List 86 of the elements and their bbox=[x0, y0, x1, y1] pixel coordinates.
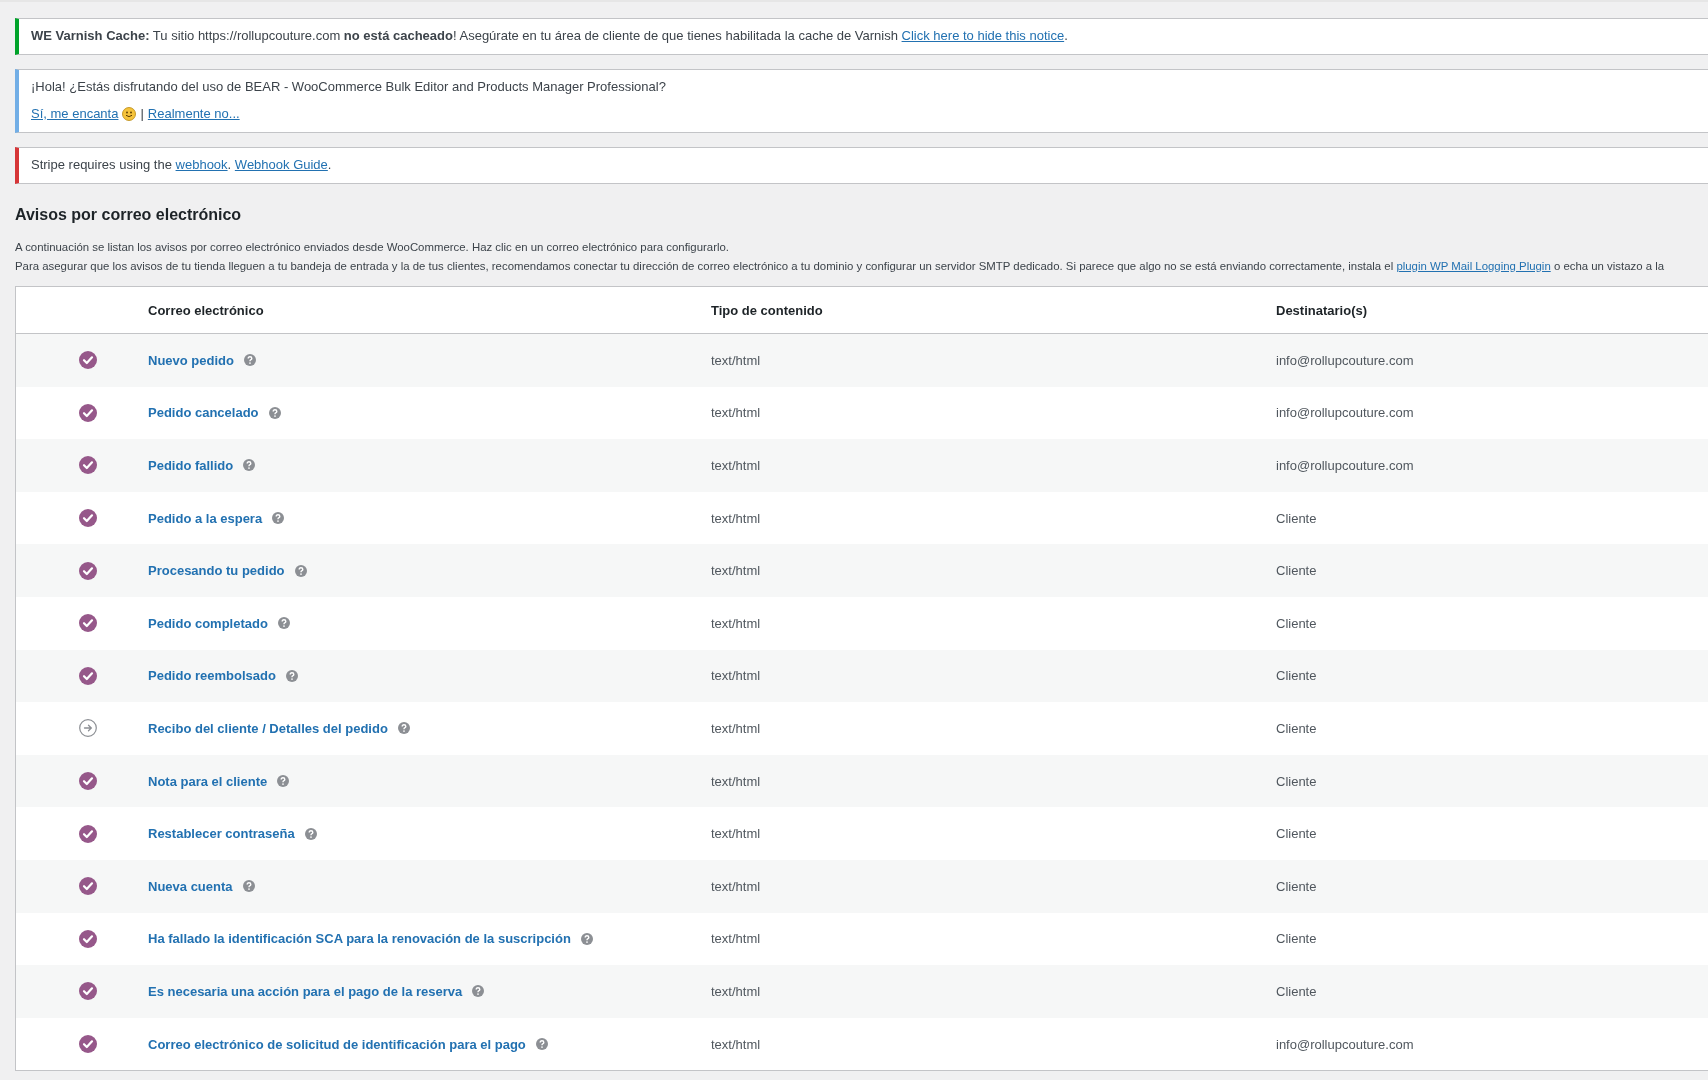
table-cell-text: info@rollupcouture.com bbox=[1276, 405, 1415, 421]
help-icon[interactable] bbox=[294, 564, 307, 577]
check-circle-icon[interactable] bbox=[79, 877, 97, 896]
table-cell-text: text/html bbox=[711, 878, 762, 894]
table-cell-text: text/html bbox=[711, 668, 762, 684]
email-link[interactable]: Es necesaria una acción para el pago de la reserva bbox=[148, 983, 463, 999]
help-icon[interactable] bbox=[535, 1038, 548, 1050]
table-cell-text: Cliente bbox=[1276, 510, 1318, 526]
table-cell-text: text/html bbox=[711, 773, 762, 789]
table-cell-text: Cliente bbox=[1276, 983, 1318, 999]
intro-text: A continuación se listan los avisos por correo electrónico enviados desde WooCommerce. Haz clic en un correo electrónico para configurarlo. bbox=[15, 240, 730, 255]
table-cell-text: text/html bbox=[711, 563, 762, 579]
help-icon[interactable] bbox=[472, 985, 485, 998]
separator-text: | bbox=[140, 105, 144, 123]
notice-text: WE Varnish Cache: Tu sitio https://rollupcouture.com no está cacheado! Asegúrate en tu área de cliente de que tienes habilitada la cache de Varnish Click here to hide this notice. bbox=[31, 27, 1069, 45]
help-icon[interactable] bbox=[304, 827, 317, 840]
check-circle-icon[interactable] bbox=[79, 772, 97, 791]
help-icon[interactable] bbox=[285, 669, 298, 682]
email-link[interactable]: Recibo del cliente / Detalles del pedido bbox=[148, 720, 388, 736]
notice-link[interactable]: webhook bbox=[175, 157, 228, 172]
table-cell-text: text/html bbox=[711, 510, 762, 526]
email-link[interactable]: Nueva cuenta bbox=[148, 878, 233, 894]
help-icon[interactable] bbox=[277, 775, 290, 788]
table-cell-text: info@rollupcouture.com bbox=[1276, 458, 1415, 473]
help-icon[interactable] bbox=[277, 617, 290, 630]
check-circle-icon[interactable] bbox=[79, 456, 97, 475]
email-link[interactable]: Correo electrónico de solicitud de identificación para el pago bbox=[148, 1036, 526, 1052]
table-cell-text: info@rollupcouture.com bbox=[1276, 1036, 1415, 1052]
help-icon[interactable] bbox=[580, 932, 593, 945]
table-cell-text: text/html bbox=[711, 458, 762, 473]
check-circle-icon[interactable] bbox=[79, 351, 97, 370]
check-circle-icon[interactable] bbox=[79, 614, 97, 633]
table-cell-text: Cliente bbox=[1276, 878, 1318, 894]
table-cell-text: text/html bbox=[711, 615, 762, 631]
table-cell-text: text/html bbox=[711, 405, 762, 421]
email-link[interactable]: Pedido a la espera bbox=[148, 510, 263, 526]
check-circle-icon[interactable] bbox=[79, 509, 97, 528]
column-header: Tipo de contenido bbox=[711, 302, 824, 318]
check-circle-icon[interactable] bbox=[79, 982, 97, 1001]
arrow-circle-icon[interactable] bbox=[79, 719, 97, 738]
email-link[interactable]: Nota para el cliente bbox=[148, 773, 268, 789]
email-link[interactable]: Procesando tu pedido bbox=[148, 563, 285, 579]
table-cell-text: text/html bbox=[711, 1036, 762, 1052]
email-link[interactable]: Restablecer contraseña bbox=[148, 826, 295, 842]
check-circle-icon[interactable] bbox=[79, 561, 97, 580]
table-cell-text: text/html bbox=[711, 720, 762, 736]
notice-text: ¡Hola! ¿Estás disfrutando del uso de BEAR - WooCommerce Bulk Editor and Products Manager Professional? bbox=[31, 79, 666, 94]
table-cell-text: Cliente bbox=[1276, 826, 1318, 842]
smiley-icon bbox=[122, 107, 137, 121]
table-cell-text: Cliente bbox=[1276, 668, 1318, 684]
email-link[interactable]: Nuevo pedido bbox=[148, 352, 234, 368]
help-icon[interactable] bbox=[268, 406, 281, 419]
table-cell-text: text/html bbox=[711, 352, 762, 368]
table-cell-text: Cliente bbox=[1276, 563, 1318, 579]
table-cell-text: Cliente bbox=[1276, 720, 1318, 736]
notice-link[interactable]: Webhook Guide bbox=[234, 157, 328, 172]
notice-text: Stripe requires using the webhook. Webhook Guide. bbox=[31, 156, 333, 174]
help-icon[interactable] bbox=[243, 354, 256, 367]
email-link[interactable]: Pedido reembolsado bbox=[148, 668, 276, 684]
email-link[interactable]: Ha fallado la identificación SCA para la renovación de la suscripción bbox=[148, 931, 571, 947]
table-cell-text: text/html bbox=[711, 983, 762, 999]
email-link[interactable]: Pedido fallido bbox=[148, 458, 234, 473]
email-link[interactable]: Pedido cancelado bbox=[148, 405, 259, 421]
check-circle-icon[interactable] bbox=[79, 403, 97, 422]
smtp-note: Para asegurar que los avisos de tu tienda lleguen a tu bandeja de entrada y la de tus clientes, recomendamos conectar tu dirección de correo electrónico a tu dominio y configurar un servidor SMTP dedicado. Si parece que algo no se está enviando correctamente, instala el plugin WP Mail Logging Plugin o echa un vistazo a la bbox=[15, 259, 1666, 274]
help-icon[interactable] bbox=[242, 880, 255, 893]
section-title: Avisos por correo electrónico bbox=[15, 206, 243, 224]
column-header: Correo electrónico bbox=[148, 302, 265, 318]
table-cell-text: Cliente bbox=[1276, 615, 1318, 631]
help-icon[interactable] bbox=[397, 722, 410, 735]
plugin-link[interactable]: plugin WP Mail Logging Plugin bbox=[1396, 260, 1551, 272]
table-cell-text: info@rollupcouture.com bbox=[1276, 352, 1415, 368]
table-cell-text: Cliente bbox=[1276, 931, 1318, 947]
table-cell-text: text/html bbox=[711, 826, 762, 842]
help-icon[interactable] bbox=[272, 512, 285, 525]
email-link[interactable]: Pedido completado bbox=[148, 615, 268, 631]
help-icon[interactable] bbox=[243, 459, 256, 472]
column-header: Destinatario(s) bbox=[1276, 302, 1369, 318]
table-cell-text: Cliente bbox=[1276, 773, 1318, 789]
check-circle-icon[interactable] bbox=[79, 824, 97, 843]
feedback-link[interactable]: Sí, me encanta bbox=[31, 105, 119, 123]
check-circle-icon[interactable] bbox=[79, 1035, 97, 1053]
table-cell-text: text/html bbox=[711, 931, 762, 947]
check-circle-icon[interactable] bbox=[79, 666, 97, 685]
check-circle-icon[interactable] bbox=[79, 929, 97, 948]
feedback-link[interactable]: Realmente no... bbox=[147, 105, 240, 123]
